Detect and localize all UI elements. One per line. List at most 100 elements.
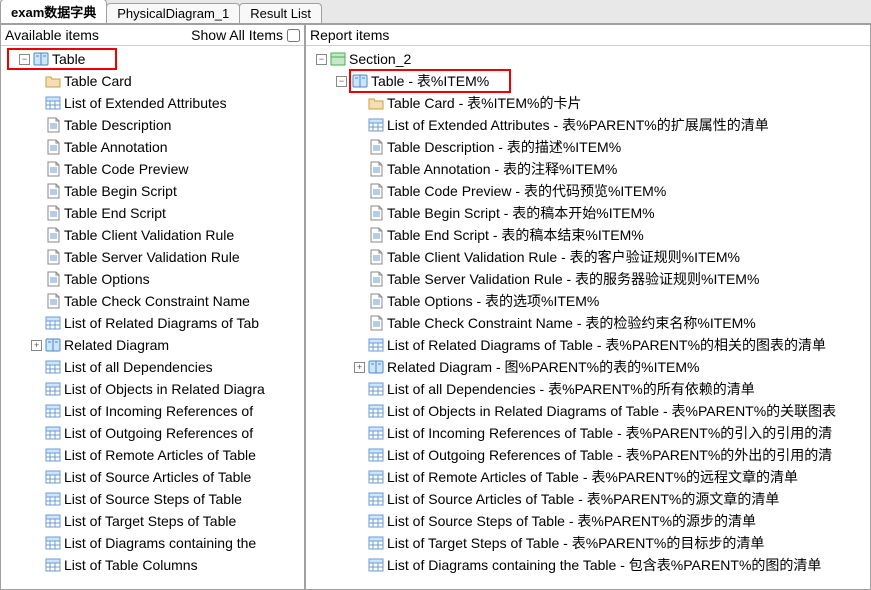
expand-icon[interactable]: +	[354, 362, 365, 373]
tree-label: Table Description	[64, 117, 171, 133]
tree-node[interactable]: Table Description - 表的描述%ITEM%	[306, 136, 870, 158]
grid-icon	[368, 513, 384, 529]
tree-node[interactable]: Table Client Validation Rule - 表的客户验证规则%…	[306, 246, 870, 268]
page-icon	[45, 271, 61, 287]
page-icon	[368, 293, 384, 309]
tree-node[interactable]: List of Target Steps of Table	[1, 510, 304, 532]
tree-label: List of Target Steps of Table - 表%PARENT…	[387, 533, 764, 553]
grid-icon	[368, 403, 384, 419]
grid-icon	[45, 491, 61, 507]
page-icon	[45, 161, 61, 177]
tree-label: Related Diagram	[64, 337, 169, 353]
tree-node[interactable]: List of Source Steps of Table	[1, 488, 304, 510]
tree-node[interactable]: Table Begin Script	[1, 180, 304, 202]
page-icon	[45, 139, 61, 155]
tree-node[interactable]: List of Related Diagrams of Table - 表%PA…	[306, 334, 870, 356]
grid-icon	[368, 535, 384, 551]
tree-node[interactable]: List of Remote Articles of Table	[1, 444, 304, 466]
tree-node[interactable]: List of Extended Attributes	[1, 92, 304, 114]
tree-node[interactable]: List of Related Diagrams of Tab	[1, 312, 304, 334]
tree-node[interactable]: + Related Diagram	[1, 334, 304, 356]
tree-label: List of Remote Articles of Table	[64, 447, 256, 463]
tree-node-section[interactable]: − Section_2	[306, 48, 870, 70]
grid-icon	[45, 425, 61, 441]
tab-label: Result List	[250, 6, 311, 21]
tree-node[interactable]: Table Description	[1, 114, 304, 136]
page-icon	[45, 183, 61, 199]
expand-icon[interactable]: +	[31, 340, 42, 351]
panel-header-right: Report items	[306, 25, 870, 46]
tree-label: List of Remote Articles of Table - 表%PAR…	[387, 467, 798, 487]
panel-header-left: Available items Show All Items	[1, 25, 304, 46]
tree-node[interactable]: List of Outgoing References of	[1, 422, 304, 444]
tree-node[interactable]: Table End Script - 表的稿本结束%ITEM%	[306, 224, 870, 246]
tree-node[interactable]: List of all Dependencies	[1, 356, 304, 378]
tree-node[interactable]: Table Options	[1, 268, 304, 290]
tree-node[interactable]: +Related Diagram - 图%PARENT%的表的%ITEM%	[306, 356, 870, 378]
tree-node[interactable]: Table Code Preview	[1, 158, 304, 180]
tree-node[interactable]: Table Begin Script - 表的稿本开始%ITEM%	[306, 202, 870, 224]
section-icon	[330, 51, 346, 67]
tree-label: List of Table Columns	[64, 557, 198, 573]
tree-node[interactable]: Table Annotation - 表的注释%ITEM%	[306, 158, 870, 180]
tree-node[interactable]: List of Source Articles of Table - 表%PAR…	[306, 488, 870, 510]
tab-label: exam数据字典	[11, 5, 96, 20]
tree-node[interactable]: Table Card - 表%ITEM%的卡片	[306, 92, 870, 114]
tree-node[interactable]: Table Options - 表的选项%ITEM%	[306, 290, 870, 312]
tree-label: List of Source Steps of Table	[64, 491, 242, 507]
tree-node[interactable]: List of Source Articles of Table	[1, 466, 304, 488]
tree-label: Table Code Preview	[64, 161, 189, 177]
tree-node[interactable]: List of Source Steps of Table - 表%PARENT…	[306, 510, 870, 532]
tree-node[interactable]: List of all Dependencies - 表%PARENT%的所有依…	[306, 378, 870, 400]
tree-node[interactable]: List of Outgoing References of Table - 表…	[306, 444, 870, 466]
tree-node[interactable]: Table Check Constraint Name	[1, 290, 304, 312]
available-items-tree[interactable]: − Table Table Card List of Extended Attri…	[1, 46, 304, 589]
collapse-icon[interactable]: −	[316, 54, 327, 65]
tree-label: Table Server Validation Rule - 表的服务器验证规则…	[387, 269, 759, 289]
tree-node[interactable]: List of Incoming References of Table - 表…	[306, 422, 870, 444]
tree-node[interactable]: Table Client Validation Rule	[1, 224, 304, 246]
tree-node[interactable]: Table Card	[1, 70, 304, 92]
tree-node[interactable]: List of Objects in Related Diagrams of T…	[306, 400, 870, 422]
tree-node[interactable]: List of Remote Articles of Table - 表%PAR…	[306, 466, 870, 488]
tree-label: Table Annotation - 表的注释%ITEM%	[387, 159, 617, 179]
tree-node[interactable]: List of Diagrams containing the	[1, 532, 304, 554]
page-icon	[368, 315, 384, 331]
grid-icon	[45, 403, 61, 419]
tree-node[interactable]: List of Diagrams containing the Table - …	[306, 554, 870, 576]
page-icon	[368, 249, 384, 265]
tab-exam[interactable]: exam数据字典	[0, 0, 107, 23]
tab-physical[interactable]: PhysicalDiagram_1	[106, 3, 240, 23]
tree-node[interactable]: Table Server Validation Rule	[1, 246, 304, 268]
tree-node[interactable]: List of Table Columns	[1, 554, 304, 576]
tree-label: List of Source Articles of Table - 表%PAR…	[387, 489, 779, 509]
collapse-icon[interactable]: −	[19, 54, 30, 65]
tree-label: List of Diagrams containing the	[64, 535, 256, 551]
tree-label: List of Extended Attributes	[64, 95, 227, 111]
tree-label: List of Outgoing References of Table - 表…	[387, 445, 832, 465]
tree-label: Table Description - 表的描述%ITEM%	[387, 137, 621, 157]
tree-node[interactable]: Table Server Validation Rule - 表的服务器验证规则…	[306, 268, 870, 290]
grid-icon	[368, 491, 384, 507]
tree-node[interactable]: List of Incoming References of	[1, 400, 304, 422]
page-icon	[45, 227, 61, 243]
tree-node[interactable]: List of Objects in Related Diagra	[1, 378, 304, 400]
show-all-label[interactable]: Show All Items	[191, 27, 300, 43]
report-items-tree[interactable]: − Section_2 − Table - 表%ITEM% Table Card…	[306, 46, 870, 589]
tree-node[interactable]: Table Check Constraint Name - 表的检验约束名称%I…	[306, 312, 870, 334]
panel-title: Available items	[5, 27, 99, 43]
tree-node[interactable]: Table Annotation	[1, 136, 304, 158]
show-all-checkbox[interactable]	[287, 29, 300, 42]
tab-label: PhysicalDiagram_1	[117, 6, 229, 21]
tree-node[interactable]: Table Code Preview - 表的代码预览%ITEM%	[306, 180, 870, 202]
tab-result[interactable]: Result List	[239, 3, 322, 23]
collapse-icon[interactable]: −	[336, 76, 347, 87]
tree-node[interactable]: List of Target Steps of Table - 表%PARENT…	[306, 532, 870, 554]
tree-node-table[interactable]: − Table - 表%ITEM%	[306, 70, 870, 92]
tab-bar: exam数据字典 PhysicalDiagram_1 Result List	[0, 0, 871, 24]
tree-node[interactable]: List of Extended Attributes - 表%PARENT%的…	[306, 114, 870, 136]
tree-node[interactable]: Table End Script	[1, 202, 304, 224]
tree-node-table-root[interactable]: − Table	[7, 48, 117, 70]
tree-label: Table Client Validation Rule	[64, 227, 234, 243]
tree-label: List of Incoming References of Table - 表…	[387, 423, 832, 443]
